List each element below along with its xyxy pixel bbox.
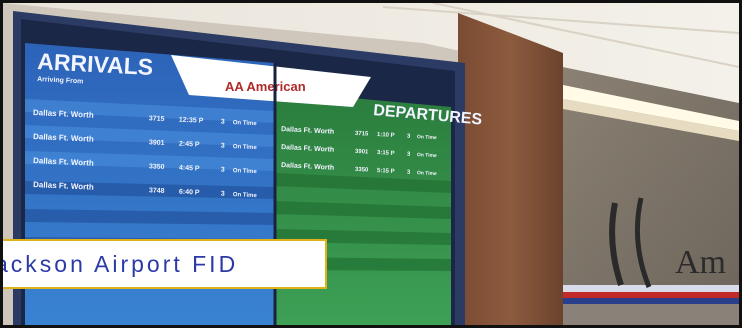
arrival-status: On Time [233,168,258,175]
arrival-time: 4:45 P [179,165,200,173]
wood-pillar [458,13,563,325]
departure-status: On Time [417,134,437,141]
arrival-gate: 3 [221,167,225,174]
arrival-status: On Time [233,120,258,127]
arrival-flight: 3350 [149,163,165,171]
departure-flight: 3715 [355,131,369,138]
arrival-flight: 3748 [149,187,165,195]
departure-status: On Time [417,170,437,177]
arrival-time: 12:35 P [179,117,204,125]
arrival-status: On Time [233,144,258,151]
airline-logo: AA American [225,79,306,94]
departure-flight: 3901 [355,149,369,156]
departure-flight: 3350 [355,167,369,174]
departure-time: 3:15 P [377,150,395,157]
arrival-gate: 3 [221,143,225,150]
arrival-time: 6:40 P [179,189,200,197]
caption-text: ackson Airport FID [0,250,239,277]
arrival-gate: 3 [221,119,225,126]
arrival-time: 2:45 P [179,141,200,149]
arrival-flight: 3901 [149,139,165,147]
caption-box: ackson Airport FID [0,239,327,289]
photo-frame: Am AA American ARRIVALS Arriving From DE… [0,0,742,328]
wall-stripe-blue [563,298,739,304]
departure-time: 5:15 P [377,168,395,175]
arrival-status: On Time [233,192,258,199]
wall-sign-text: Am [675,244,726,281]
departure-time: 1:10 P [377,132,395,139]
wall-stripe-red [563,292,739,298]
departure-status: On Time [417,152,437,159]
arrival-gate: 3 [221,191,225,198]
arrival-flight: 3715 [149,115,165,123]
